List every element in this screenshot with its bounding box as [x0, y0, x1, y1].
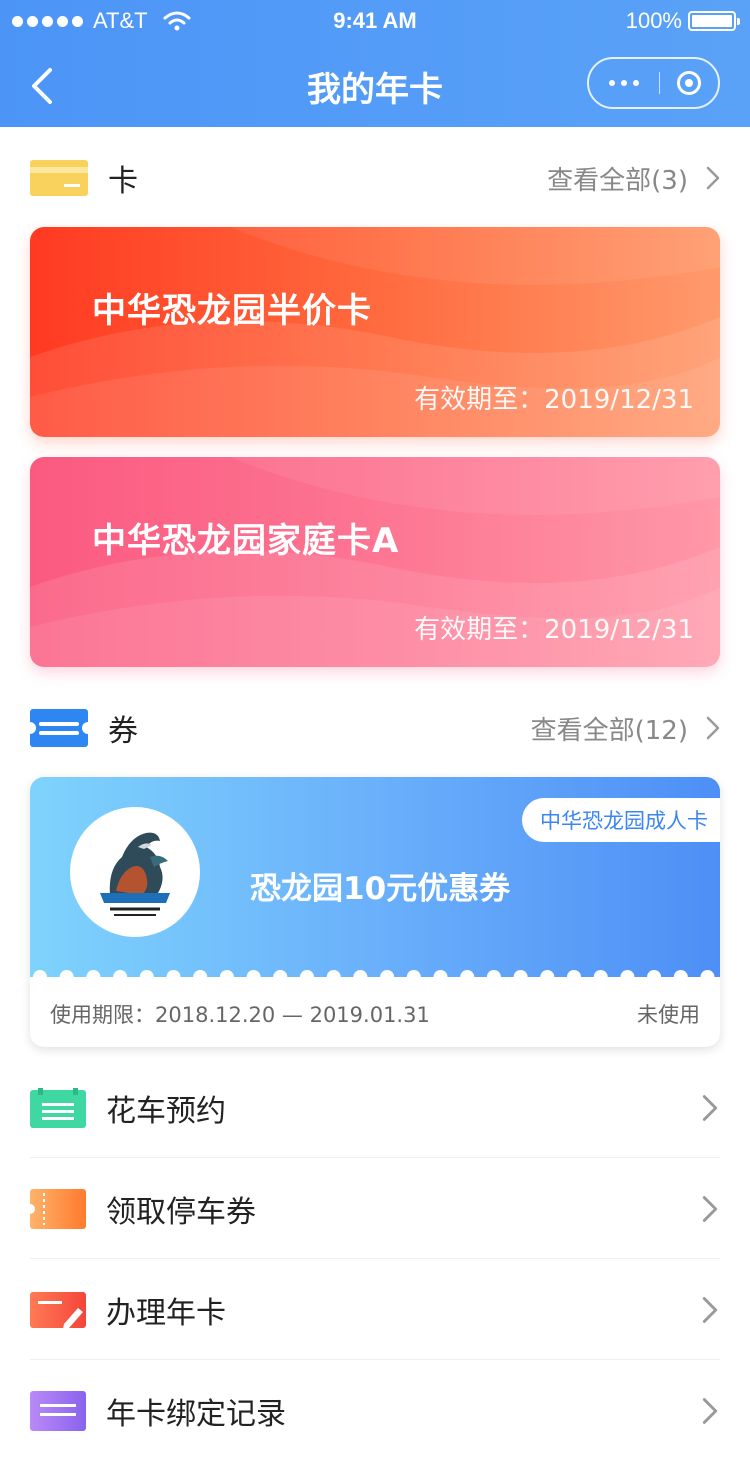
cards-view-all-link[interactable]: 查看全部(3) [547, 160, 720, 197]
perforation-dot [219, 970, 234, 984]
menu-item-apply-annual-card[interactable]: 办理年卡 [30, 1260, 720, 1360]
coupon-status: 未使用 [637, 1003, 700, 1027]
perforation-dot [353, 970, 368, 984]
perforation-dot [460, 970, 475, 984]
perforation-dot [193, 970, 208, 984]
menu-item-binding-records[interactable]: 年卡绑定记录 [30, 1361, 720, 1461]
coupons-view-all-label: 查看全部(12) [530, 715, 688, 746]
chevron-right-icon [702, 1094, 718, 1121]
chevron-right-icon [706, 716, 720, 740]
chevron-right-icon [702, 1195, 718, 1222]
card-icon [30, 160, 88, 196]
parking-ticket-icon [30, 1188, 86, 1229]
menu-item-label: 花车预约 [106, 1093, 226, 1129]
menu-item-parking-coupon[interactable]: 领取停车券 [30, 1159, 720, 1259]
cards-view-all-label: 查看全部(3) [547, 165, 688, 196]
battery-percent: 100% [625, 8, 682, 33]
cards-section-header: 卡 查看全部(3) [30, 156, 720, 200]
perforation-dot [486, 970, 501, 984]
chevron-right-icon [702, 1398, 718, 1424]
annual-card-family[interactable]: 中华恐龙园家庭卡A 有效期至：2019/12/31 [30, 457, 720, 667]
perforation-dot [300, 970, 314, 984]
perforation-dot [406, 970, 421, 984]
perforation-dot [166, 970, 181, 984]
coupon-card-type-tag: 中华恐龙园成人卡 [522, 798, 720, 842]
perforation-dot [647, 970, 662, 984]
coupon-card[interactable]: 中华恐龙园成人卡 恐龙园10元优惠券 使用期限：2018.12.20 — 201… [30, 777, 720, 1047]
battery-icon [688, 11, 740, 31]
more-menu-icon[interactable] [589, 80, 659, 86]
annual-card-half-price[interactable]: 中华恐龙园半价卡 有效期至：2019/12/31 [30, 227, 720, 437]
float-calendar-icon [30, 1087, 86, 1128]
perforation-dot [433, 970, 448, 984]
card-edit-icon [30, 1291, 86, 1329]
card-expiry: 有效期至：2019/12/31 [414, 385, 694, 415]
perforation-dot [513, 970, 528, 984]
perforation-dot [113, 970, 128, 984]
dinosaur-logo-icon [100, 832, 170, 916]
perforation-dot [673, 970, 688, 984]
perforation-dot [380, 970, 395, 984]
mini-program-capsule [587, 57, 720, 109]
perforation-dot [86, 970, 101, 984]
menu-item-label: 办理年卡 [106, 1295, 226, 1331]
perforation-dot [246, 970, 261, 984]
coupon-perforation [33, 970, 715, 984]
menu-item-label: 年卡绑定记录 [106, 1397, 286, 1432]
cards-section-label: 卡 [108, 164, 138, 199]
dinosaur-park-logo [70, 807, 200, 937]
perforation-dot [700, 970, 715, 984]
card-title: 中华恐龙园半价卡 [92, 291, 372, 331]
record-list-icon [30, 1391, 86, 1431]
menu-item-label: 领取停车券 [106, 1194, 256, 1230]
card-title: 中华恐龙园家庭卡A [92, 521, 400, 561]
header-bar: AT&T 9:41 AM 100% 我的年卡 [0, 0, 750, 127]
menu-item-float-reservation[interactable]: 花车预约 [30, 1058, 720, 1158]
perforation-dot [139, 970, 154, 984]
coupons-view-all-link[interactable]: 查看全部(12) [531, 710, 720, 747]
perforation-dot [540, 970, 555, 984]
card-expiry: 有效期至：2019/12/31 [414, 615, 694, 645]
perforation-dot [33, 970, 47, 984]
coupon-validity: 使用期限：2018.12.20 — 2019.01.31 [50, 1003, 430, 1027]
perforation-dot [620, 970, 635, 984]
perforation-dot [326, 970, 341, 984]
coupon-title: 恐龙园10元优惠券 [250, 871, 511, 907]
status-bar: AT&T 9:41 AM 100% [0, 8, 750, 36]
perforation-dot [593, 970, 608, 984]
perforation-dot [273, 970, 288, 984]
coupon-icon [30, 709, 88, 747]
perforation-dot [567, 970, 581, 984]
chevron-right-icon [702, 1296, 718, 1323]
close-target-icon[interactable] [660, 71, 718, 95]
battery-status: 100% [625, 8, 740, 34]
chevron-right-icon [706, 166, 720, 190]
coupons-section-header: 券 查看全部(12) [30, 706, 720, 750]
coupons-section-label: 券 [108, 714, 138, 749]
perforation-dot [59, 970, 74, 984]
